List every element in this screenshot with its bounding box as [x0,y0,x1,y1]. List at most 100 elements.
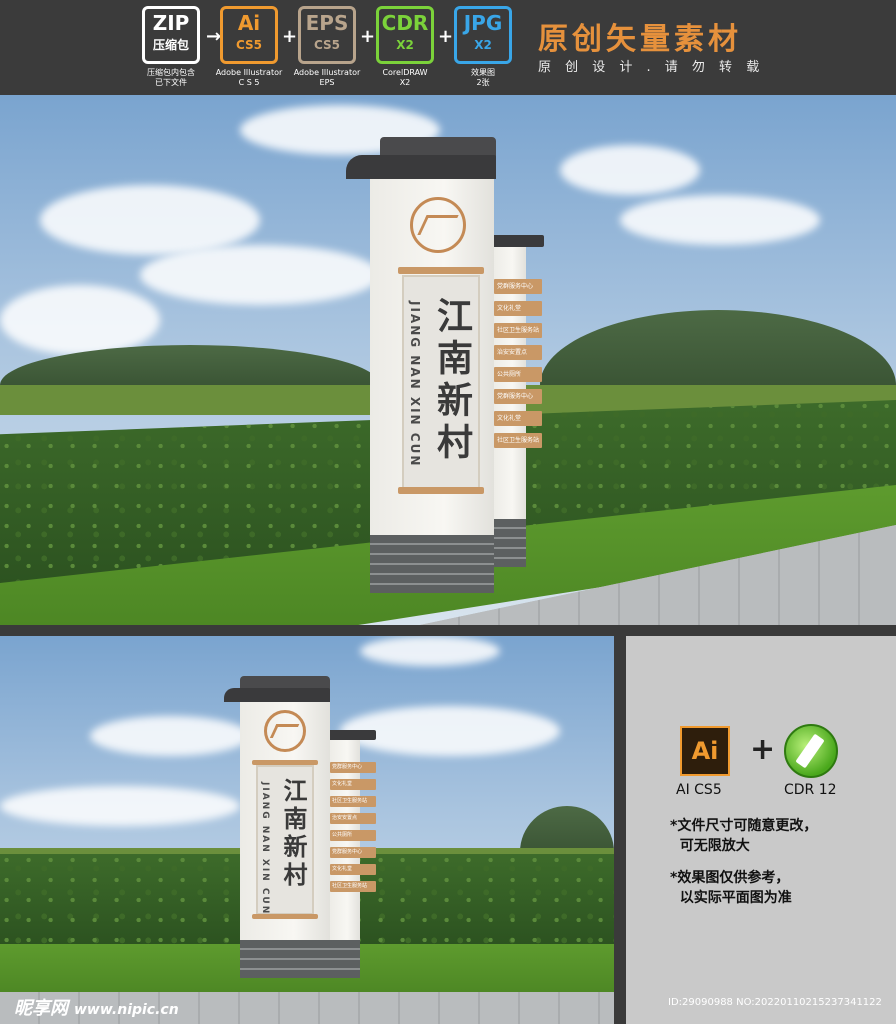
cdr-badge: CDR X2 [376,6,434,64]
eps-caption-line2: EPS [319,78,335,87]
signage-pillar: 江南新村 JIANG NAN XIN CUN 党群服务中心 文化礼堂 社区卫生服… [340,135,550,595]
direction-plate: 党群服务中心 [494,279,542,294]
watermark-url: www.nipic.cn [74,1002,179,1018]
brick-base [240,940,330,978]
direction-plate: 社区卫生服务站 [330,881,376,892]
jpg-caption: 效果图 2张 [440,68,526,88]
image-id-text: ID:29090988 NO:20220110215237341122 [668,997,882,1008]
direction-plate: 文化礼堂 [494,301,542,316]
direction-plate: 文化礼堂 [330,864,376,875]
ai-caption-line2: C S 5 [238,78,260,87]
direction-plate: 文化礼堂 [330,779,376,790]
direction-plate: 公共厕所 [330,830,376,841]
direction-plate: 党群服务中心 [330,847,376,858]
sign-title: 江南新村 [279,778,308,890]
signage-pillar: 江南新村 JIANG NAN XIN CUN 党群服务中心 文化礼堂 社区卫生服… [220,674,390,980]
arrow-icon: → [206,26,222,47]
cloud [360,636,500,666]
cdr-caption-line1: CorelDRAW [382,68,428,77]
panel-bottom-bar [398,487,484,494]
plus-icon: + [282,26,298,47]
cloud [620,195,820,245]
cdr-caption-line2: X2 [399,78,411,87]
eps-caption: Adobe Illustrator EPS [284,68,370,88]
direction-plate: 治安安置点 [494,345,542,360]
direction-plates: 党群服务中心 文化礼堂 社区卫生服务站 治安安置点 公共厕所 党群服务中心 文化… [330,762,380,902]
mountain-icon [417,215,459,235]
note-line: 以实际平面图为准 [670,890,792,906]
eps-badge: EPS CS5 [298,6,356,64]
direction-plate: 党群服务中心 [330,762,376,773]
sign-pinyin: JIANG NAN XIN CUN [260,782,270,916]
side-roof [490,235,544,247]
slogan: 原创矢量素材 [538,22,742,57]
render-secondary: 江南新村 JIANG NAN XIN CUN 党群服务中心 文化礼堂 社区卫生服… [0,636,614,1024]
watermark-brand: 昵享网 [14,998,68,1019]
cloud [0,285,160,355]
note-line: 可无限放大 [670,838,750,854]
zip-caption-line1: 压缩包内包含 [147,68,195,77]
render-main: 江南新村 JIANG NAN XIN CUN 党群服务中心 文化礼堂 社区卫生服… [0,95,896,625]
direction-plate: 治安安置点 [330,813,376,824]
roof-eave [224,688,330,702]
village-logo-icon [264,710,306,752]
sign-pinyin: JIANG NAN XIN CUN [408,301,422,468]
side-base [328,940,360,978]
ai-badge: Ai CS5 [220,6,278,64]
direction-plate: 社区卫生服务站 [330,796,376,807]
eps-badge-name: EPS [305,11,349,35]
note-line: *效果图仅供参考， [670,870,790,886]
ai-caption: Adobe Illustrator C S 5 [206,68,292,88]
zip-badge: ZIP 压缩包 [142,6,200,64]
mountain-icon [270,723,300,739]
roof-eave [346,155,496,179]
village-logo-icon [410,197,466,253]
direction-plate: 社区卫生服务站 [494,323,542,338]
watermark: 昵享网 www.nipic.cn [14,994,179,1020]
eps-caption-line1: Adobe Illustrator [293,68,361,77]
direction-plate: 文化礼堂 [494,411,542,426]
jpg-badge-sub: X2 [474,38,492,52]
page: ZIP 压缩包 → Ai CS5 + EPS CS5 + CDR X2 + JP… [0,0,896,1024]
plus-icon: + [438,26,454,47]
cloud [0,786,240,826]
direction-plate: 党群服务中心 [494,389,542,404]
cdr-caption: CorelDRAW X2 [362,68,448,88]
cloud [40,185,260,255]
plus-icon: + [750,732,776,767]
zip-badge-sub: 压缩包 [152,38,189,52]
side-base [492,519,526,567]
note-line: *文件尺寸可随意更改， [670,818,818,834]
jpg-caption-line2: 2张 [476,78,490,87]
plus-icon: + [360,26,376,47]
cdr-badge-name: CDR [381,11,429,35]
pen-icon [795,733,825,769]
ai-version-label: AI CS5 [676,782,722,798]
brick-base [370,535,494,593]
zip-caption: 压缩包内包含 已下文件 [128,68,214,88]
cdr-badge-sub: X2 [396,38,414,52]
direction-plate: 社区卫生服务站 [494,433,542,448]
side-roof [324,730,376,740]
header-bar: ZIP 压缩包 → Ai CS5 + EPS CS5 + CDR X2 + JP… [0,0,896,95]
zip-caption-line2: 已下文件 [155,78,187,87]
zip-badge-name: ZIP [152,11,190,35]
info-panel: Ai + AI CS5 CDR 12 *文件尺寸可随意更改， 可无限放大 *效果… [626,636,896,1024]
cloud [560,145,700,195]
jpg-caption-line1: 效果图 [471,68,495,77]
sign-title: 江南新村 [431,297,473,465]
note-resize: *文件尺寸可随意更改， 可无限放大 [670,816,817,856]
ai-badge-sub: CS5 [235,38,263,52]
jpg-badge-name: JPG [463,11,503,35]
ai-caption-line1: Adobe Illustrator [215,68,283,77]
direction-plates: 党群服务中心 文化礼堂 社区卫生服务站 治安安置点 公共厕所 党群服务中心 文化… [494,279,546,459]
note-reference: *效果图仅供参考， 以实际平面图为准 [670,868,792,908]
cdr-version-label: CDR 12 [784,782,837,798]
eps-badge-sub: CS5 [313,38,341,52]
illustrator-icon: Ai [680,726,730,776]
panel-top-bar [398,267,484,274]
direction-plate: 公共厕所 [494,367,542,382]
ai-badge-name: Ai [237,11,261,35]
coreldraw-icon [784,724,838,778]
sub-slogan: 原 创 设 计 . 请 勿 转 载 [538,60,765,75]
